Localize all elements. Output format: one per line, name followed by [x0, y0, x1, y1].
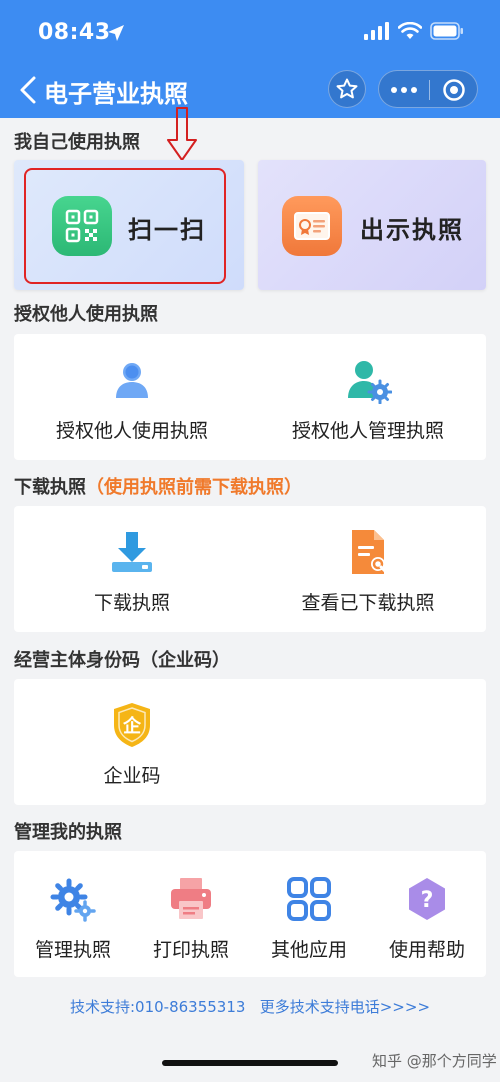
authorize-panel: 授权他人使用执照 授权他人管理执照	[14, 334, 486, 460]
cellular-signal-icon	[364, 22, 389, 40]
users-group-icon	[116, 363, 148, 398]
apps-grid-icon	[287, 877, 331, 921]
more-dots-icon	[391, 87, 397, 93]
authorize-use-label: 授权他人使用执照	[55, 420, 208, 442]
section-self-use: 我自己使用执照	[14, 132, 140, 153]
license-certificate-icon	[282, 196, 342, 256]
section-download: 下载执照（使用执照前需下载执照）	[14, 473, 302, 499]
print-license-label: 打印执照	[152, 939, 229, 961]
section-identity: 经营主体身份码（企业码）	[14, 650, 230, 671]
identity-panel: 企 企业码	[14, 679, 486, 805]
download-tray-icon	[112, 532, 152, 572]
favorite-button[interactable]	[328, 70, 366, 108]
enterprise-code-item[interactable]: 企 企业码	[14, 701, 250, 788]
manage-panel: 管理执照 打印执照 其他应用 ? 使用帮助	[14, 851, 486, 977]
show-license-card[interactable]: 出示执照	[258, 160, 486, 290]
close-mini-program-button[interactable]	[431, 71, 477, 109]
scan-label: 扫一扫	[128, 216, 206, 244]
more-support-link[interactable]: 更多技术支持电话>>>>	[260, 998, 430, 1016]
location-arrow-icon	[108, 25, 124, 41]
other-apps-item[interactable]: 其他应用	[250, 875, 368, 962]
enterprise-code-label: 企业码	[103, 765, 161, 787]
support-phone-link[interactable]: 技术支持:010-86355313	[70, 998, 245, 1016]
qr-code-icon	[52, 196, 112, 256]
help-question-icon: ?	[409, 878, 445, 920]
user-gear-icon	[348, 361, 392, 404]
help-item[interactable]: ? 使用帮助	[368, 875, 486, 962]
scan-card[interactable]: 扫一扫	[14, 160, 244, 290]
more-dot	[411, 87, 417, 93]
gears-icon	[50, 878, 96, 922]
print-license-item[interactable]: 打印执照	[132, 875, 250, 962]
more-dot	[401, 87, 407, 93]
section-manage: 管理我的执照	[14, 822, 122, 843]
tech-support-line: 技术支持:010-86355313 更多技术支持电话>>>>	[0, 996, 500, 1017]
section-authorize: 授权他人使用执照	[14, 304, 158, 325]
download-license-label: 下载执照	[93, 592, 170, 614]
download-license-item[interactable]: 下载执照	[14, 528, 250, 615]
capsule-divider	[429, 80, 430, 100]
nav-bar: 电子营业执照	[0, 68, 500, 112]
mini-program-capsule	[378, 70, 478, 108]
download-note: （使用执照前需下载执照）	[86, 477, 302, 498]
enterprise-glyph: 企	[122, 715, 142, 737]
home-indicator[interactable]	[162, 1060, 338, 1066]
authorize-manage-item[interactable]: 授权他人管理执照	[250, 356, 486, 443]
section-download-title: 下载执照	[14, 477, 86, 498]
status-bar: 08:43	[38, 18, 464, 50]
wifi-icon	[398, 22, 422, 39]
down-arrow-annotation-icon	[167, 107, 197, 161]
enterprise-shield-icon: 企	[114, 703, 150, 747]
help-glyph: ?	[421, 888, 434, 913]
star-icon	[336, 78, 358, 99]
view-downloaded-item[interactable]: 查看已下载执照	[250, 528, 486, 615]
view-downloaded-label: 查看已下载执照	[301, 592, 435, 614]
authorize-use-item[interactable]: 授权他人使用执照	[14, 356, 250, 443]
page-title: 电子营业执照	[44, 80, 188, 108]
watermark: 知乎 @那个方同学	[372, 1052, 497, 1070]
document-search-icon	[352, 530, 388, 574]
target-circle-icon	[443, 79, 465, 101]
help-label: 使用帮助	[388, 939, 465, 961]
battery-icon	[430, 22, 463, 40]
authorize-manage-label: 授权他人管理执照	[291, 420, 444, 442]
manage-license-item[interactable]: 管理执照	[14, 875, 132, 962]
show-license-label: 出示执照	[360, 216, 464, 244]
back-chevron-icon[interactable]	[16, 74, 40, 106]
download-panel: 下载执照 查看已下载执照	[14, 506, 486, 632]
more-options-button[interactable]	[379, 71, 429, 109]
printer-icon	[171, 878, 211, 919]
status-time: 08:43	[38, 20, 111, 45]
manage-license-label: 管理执照	[34, 939, 111, 961]
other-apps-label: 其他应用	[270, 939, 347, 961]
app-header: 08:43 电子营业执照	[0, 0, 500, 118]
